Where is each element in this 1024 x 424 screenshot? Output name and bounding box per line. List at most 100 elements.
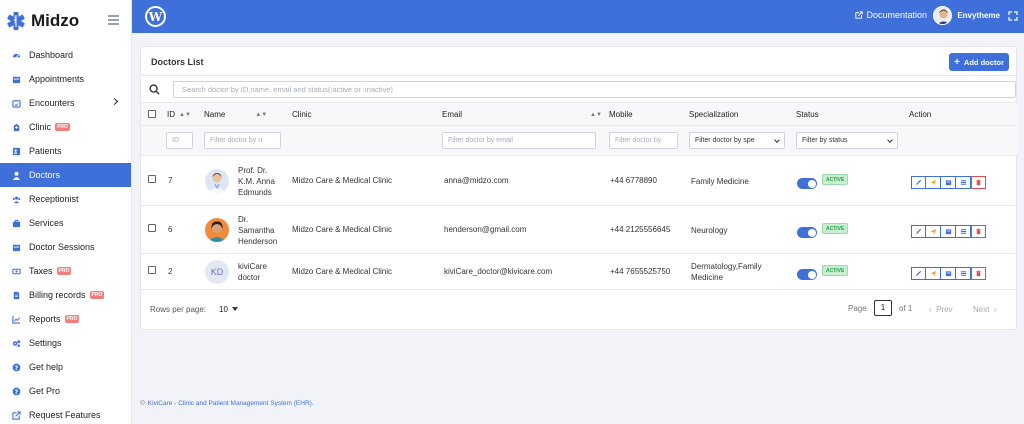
row-actions (911, 176, 986, 189)
edit-button[interactable] (911, 176, 926, 189)
footer-link[interactable]: KiviCare - Clinic and Patient Management… (148, 400, 314, 407)
question-icon: ? (12, 387, 21, 396)
edit-button[interactable] (911, 225, 926, 238)
row-actions (911, 267, 986, 280)
calendar-button[interactable] (941, 267, 956, 280)
search-row: Search doctor by ID,name, email and stat… (149, 81, 1016, 99)
dashboard-icon (12, 51, 21, 60)
page-number-input[interactable]: 1 (874, 300, 892, 316)
edit-icon (915, 228, 922, 235)
prev-page-button[interactable]: ‹ Prev (929, 305, 953, 314)
resend-credentials-button[interactable] (926, 225, 941, 238)
sidebar-item-doctors[interactable]: Doctors (0, 163, 131, 187)
list-button[interactable] (956, 176, 971, 189)
page-label: Page (848, 304, 867, 313)
sidebar-item-label: Request Features (29, 410, 101, 420)
calendar-check-icon (12, 99, 21, 108)
documentation-link[interactable]: Documentation (855, 10, 927, 20)
sidebar-item-get-pro[interactable]: ? Get Pro (0, 379, 131, 403)
gears-icon (12, 339, 21, 348)
services-icon (12, 219, 21, 228)
filter-name-input[interactable]: Filter doctor by n (204, 132, 281, 149)
external-link-icon (855, 11, 864, 19)
menu-toggle-icon[interactable] (108, 15, 119, 25)
sidebar-item-receptionist[interactable]: Receptionist (0, 187, 131, 211)
sidebar-item-reports[interactable]: Reports PRO (0, 307, 131, 331)
status-toggle[interactable] (797, 178, 817, 189)
list-icon (960, 179, 967, 186)
edit-button[interactable] (911, 267, 926, 280)
sidebar-item-billing-records[interactable]: Billing records PRO (0, 283, 131, 307)
sidebar-item-taxes[interactable]: Taxes PRO (0, 259, 131, 283)
sidebar-item-encounters[interactable]: Encounters (0, 91, 131, 115)
sidebar-item-label: Appointments (29, 74, 85, 84)
delete-button[interactable] (971, 225, 986, 238)
sidebar-item-dashboard[interactable]: Dashboard (0, 43, 131, 67)
doctor-email: kiviCare_doctor@kivicare.com (444, 267, 553, 276)
doctor-name[interactable]: Prof. Dr. K.M. Anna Edmunds (238, 165, 275, 198)
doctor-name-line: kiviCare (238, 262, 267, 271)
doctor-name-line: Edmunds (238, 187, 272, 197)
select-all-checkbox[interactable] (148, 110, 156, 118)
edit-icon (915, 270, 922, 277)
col-email[interactable]: Email ▲▼ (442, 110, 602, 119)
col-id[interactable]: ID ▲▼ (167, 110, 191, 119)
row-checkbox[interactable] (148, 224, 156, 232)
col-clinic[interactable]: Clinic (292, 110, 312, 119)
next-page-button[interactable]: Next › (973, 305, 997, 314)
delete-icon (975, 270, 982, 277)
col-mobile[interactable]: Mobile (609, 110, 633, 119)
col-specialization[interactable]: Specialization (689, 110, 738, 119)
calendar-button[interactable] (941, 225, 956, 238)
list-button[interactable] (956, 267, 971, 280)
pro-badge: PRO (55, 123, 70, 131)
resend-credentials-button[interactable] (926, 267, 941, 280)
sidebar-item-services[interactable]: Services (0, 211, 131, 235)
fullscreen-icon[interactable] (1008, 11, 1018, 21)
filter-mobile-input[interactable]: Filter doctor by (609, 132, 678, 149)
user-menu[interactable]: Envytheme (933, 6, 1000, 25)
doctor-name-line: doctor (238, 273, 261, 282)
wordpress-logo-icon[interactable]: W (145, 6, 166, 27)
sidebar-item-label: Reports (29, 314, 61, 324)
sidebar-item-settings[interactable]: Settings (0, 331, 131, 355)
sidebar-item-label: Settings (29, 338, 62, 348)
table-row: 6 Dr. Samantha Henderson Midzo Care & Medica… (141, 206, 1018, 254)
calendar-icon (945, 179, 952, 186)
sidebar-item-doctor-sessions[interactable]: Doctor Sessions (0, 235, 131, 259)
filter-specialization-select[interactable]: Filter doctor by spe (689, 132, 785, 149)
row-checkbox[interactable] (148, 266, 156, 274)
resend-credentials-button[interactable] (926, 176, 941, 189)
status-badge: ACTIVE (822, 223, 849, 234)
doctor-avatar (205, 169, 229, 193)
filter-status-select[interactable]: Filter by status (796, 132, 898, 149)
status-toggle[interactable] (797, 227, 817, 238)
doctor-name-line: K.M. Anna (238, 176, 275, 186)
sidebar-item-label: Doctors (29, 170, 61, 180)
filter-email-input[interactable]: Filter doctor by email (442, 132, 596, 149)
money-icon (12, 267, 21, 276)
rows-per-page-select[interactable]: 10 (219, 305, 238, 314)
sidebar-item-get-help[interactable]: ? Get help (0, 355, 131, 379)
table-row: 7 Prof. Dr. K.M. Anna Edmunds Midzo Care & M… (141, 156, 1018, 206)
col-status[interactable]: Status (796, 110, 819, 119)
search-input[interactable]: Search doctor by ID,name, email and stat… (173, 81, 1016, 98)
sidebar-item-patients[interactable]: Patients (0, 139, 131, 163)
col-name[interactable]: Name ▲▼ (204, 110, 267, 119)
sidebar-item-request-features[interactable]: Request Features (0, 403, 131, 424)
status-toggle[interactable] (797, 269, 817, 280)
sidebar-item-label: Taxes (29, 266, 53, 276)
doctor-name[interactable]: kiviCare doctor (238, 261, 267, 283)
doctor-name[interactable]: Dr. Samantha Henderson (238, 214, 277, 247)
row-checkbox[interactable] (148, 175, 156, 183)
delete-button[interactable] (971, 176, 986, 189)
list-button[interactable] (956, 225, 971, 238)
calendar-button[interactable] (941, 176, 956, 189)
plus-icon: + (954, 56, 960, 68)
filter-id-input[interactable]: ID (166, 132, 193, 149)
doctor-mobile: +44 2125556645 (610, 225, 671, 234)
delete-button[interactable] (971, 267, 986, 280)
add-doctor-button[interactable]: + Add doctor (949, 53, 1009, 71)
sidebar-item-appointments[interactable]: Appointments (0, 67, 131, 91)
sidebar-item-clinic[interactable]: Clinic PRO (0, 115, 131, 139)
